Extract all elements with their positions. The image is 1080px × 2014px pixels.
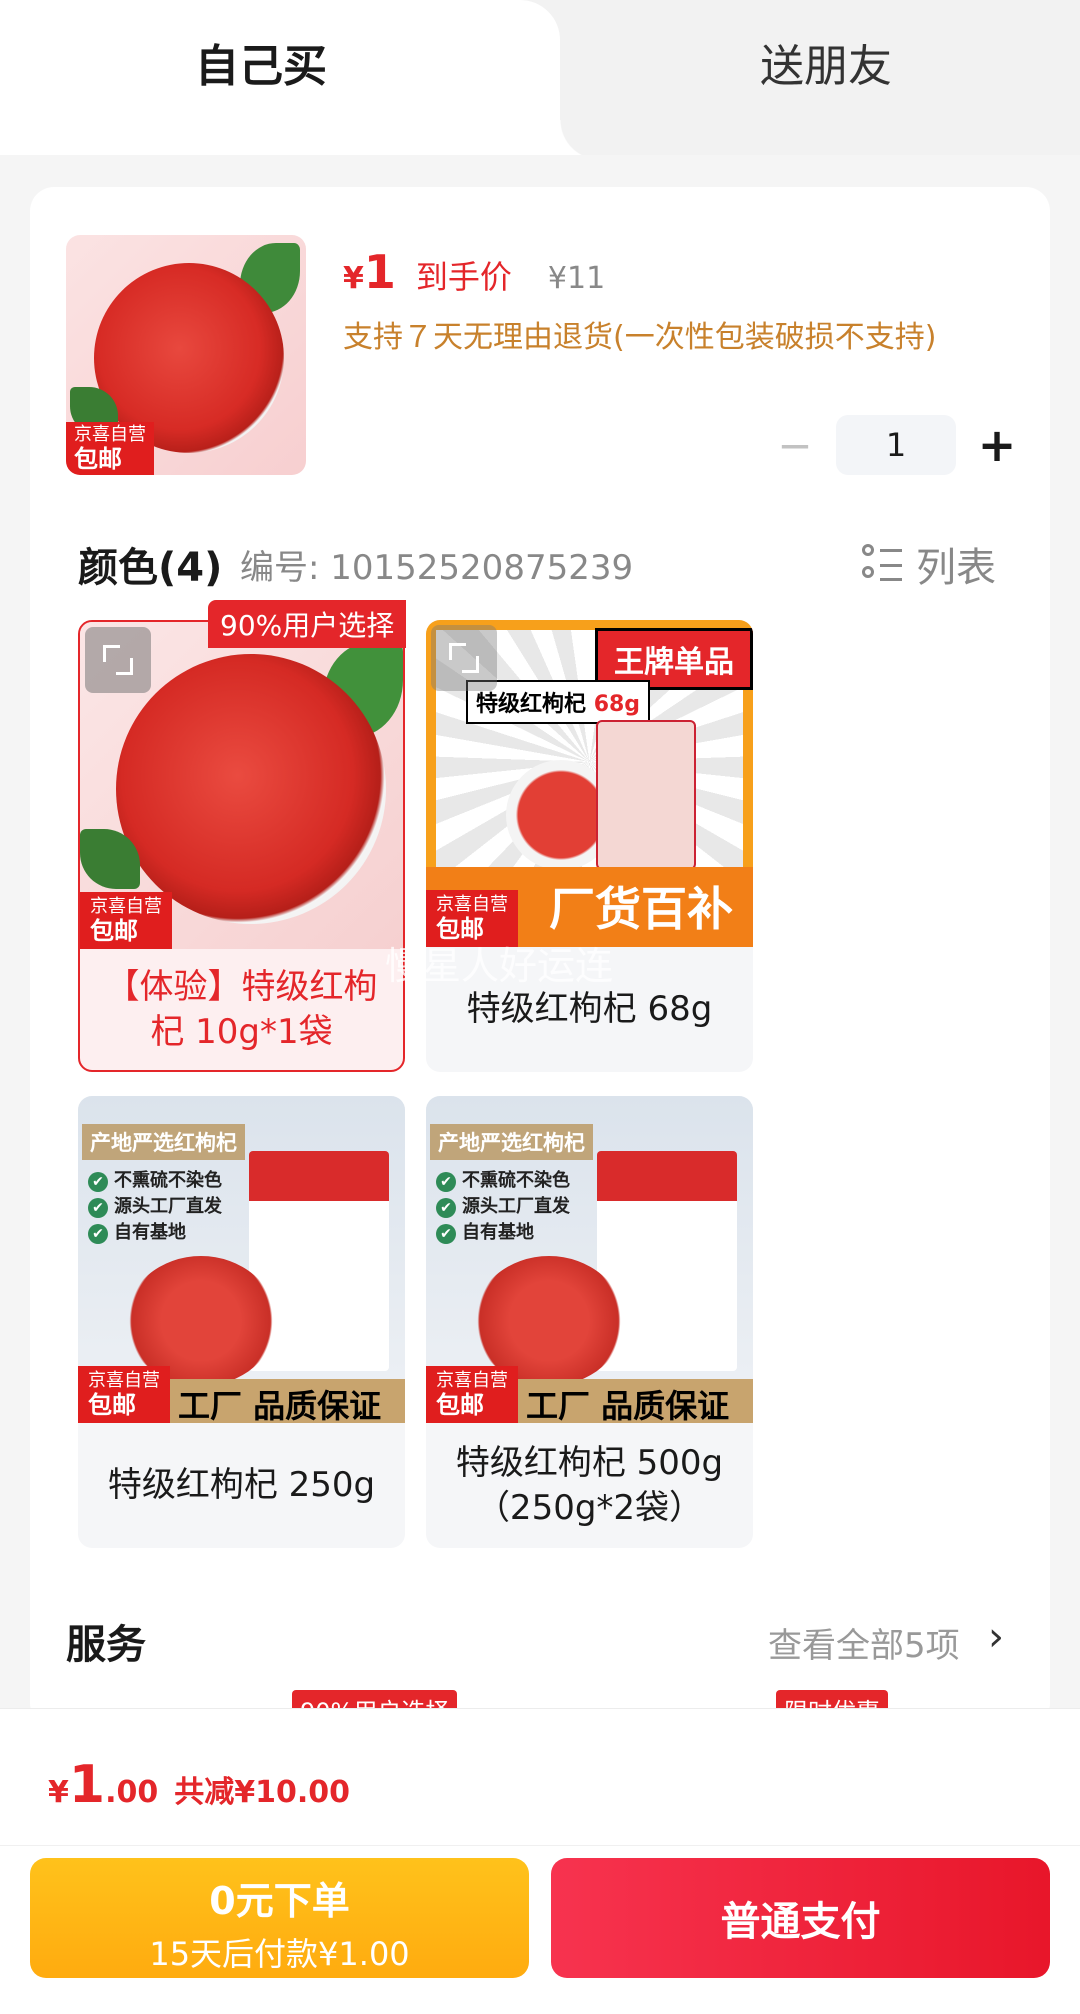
price-symbol: ¥ (343, 261, 364, 296)
promo-sub-prefix: 特级红枸杞 (476, 692, 587, 717)
return-policy-text: 支持７天无理由退货(一次性包装破损不支持) (343, 320, 937, 355)
expand-image-icon[interactable] (85, 627, 151, 693)
bag-feature: 自有基地 (436, 1218, 534, 1244)
zero-yuan-order-label: 0元下单 (209, 1879, 350, 1923)
quantity-stepper: − 1 + (770, 415, 1022, 475)
services-title: 服务 (66, 1622, 146, 1668)
promo-bottom-text: 厂货百补 (549, 882, 733, 936)
goji-bag-image (596, 720, 696, 870)
bag-image-header: 产地严选红枸杞 (430, 1124, 593, 1160)
badge-top-text: 京喜自营 (436, 1370, 508, 1391)
price-line: ¥ 1 到手价 ¥11 (343, 245, 605, 299)
tab-self-buy-label: 自己买 (195, 41, 327, 92)
sku-option-image: 王牌单品 特级红枸杞 68g 厂货百补 京喜自营 包邮 (426, 620, 753, 947)
sku-option-2[interactable]: 王牌单品 特级红枸杞 68g 厂货百补 京喜自营 包邮 特级红枸杞 68g (426, 620, 753, 1072)
increase-quantity-button[interactable]: + (972, 418, 1022, 472)
chevron-right-icon[interactable]: › (988, 1614, 1004, 1660)
sku-option-label: 特级红枸杞 500g（250g*2袋） (455, 1443, 724, 1528)
goji-bowl-image (116, 654, 386, 924)
total-savings: 共减¥10.00 (174, 1775, 350, 1810)
expand-image-icon[interactable] (431, 625, 497, 691)
bag-feature: 不熏硫不染色 (88, 1166, 222, 1192)
badge-top-text: 京喜自营 (88, 1370, 160, 1391)
tab-gift-friend[interactable]: 送朋友 (760, 30, 892, 94)
total-decimal: .00 (105, 1775, 159, 1810)
total-price: ¥ 1 .00 共减¥10.00 (48, 1755, 350, 1815)
bag-feature: 自有基地 (88, 1218, 186, 1244)
final-price-label: 到手价 (415, 258, 512, 296)
decrease-quantity-button[interactable]: − (770, 420, 820, 470)
sku-option-3[interactable]: 产地严选红枸杞 不熏硫不染色 源头工厂直发 自有基地 工厂 品质保证 京喜自营 … (78, 1096, 405, 1548)
tab-self-buy[interactable]: 自己买 (0, 0, 600, 160)
badge-top-text: 京喜自营 (74, 424, 146, 445)
sku-option-image: 产地严选红枸杞 不熏硫不染色 源头工厂直发 自有基地 工厂 品质保证 京喜自营 … (426, 1096, 753, 1423)
quantity-input[interactable]: 1 (836, 415, 956, 475)
bag-feature: 源头工厂直发 (88, 1192, 222, 1218)
normal-pay-button[interactable]: 普通支付 (551, 1858, 1050, 1978)
purchase-mode-tabs: 自己买 送朋友 (0, 0, 1080, 160)
self-operated-badge: 京喜自营 包邮 (80, 892, 172, 949)
total-integer: 1 (68, 1755, 106, 1815)
zero-yuan-order-button[interactable]: 0元下单 15天后付款¥1.00 (30, 1858, 529, 1978)
final-price: 1 (363, 245, 396, 299)
badge-free-shipping-text: 包邮 (436, 1391, 484, 1419)
sku-option-label: 特级红枸杞 250g (107, 1465, 376, 1506)
bag-feature: 源头工厂直发 (436, 1192, 570, 1218)
popular-choice-tag: 90%用户选择 (208, 600, 407, 648)
sku-option-label: 【体验】特级红枸杞 10g*1袋 (105, 967, 378, 1052)
promo-sub-weight: 68g (593, 692, 641, 717)
original-price: ¥11 (547, 261, 606, 296)
bag-bottom-text: 工厂 品质保证 (526, 1387, 730, 1423)
sku-option-image: 京喜自营 包邮 (80, 622, 403, 949)
badge-top-text: 京喜自营 (436, 894, 508, 915)
sku-option-4[interactable]: 产地严选红枸杞 不熏硫不染色 源头工厂直发 自有基地 工厂 品质保证 京喜自营 … (426, 1096, 753, 1548)
list-view-icon (862, 544, 902, 584)
total-symbol: ¥ (48, 1775, 69, 1810)
sku-option-1[interactable]: 京喜自营 包邮 【体验】特级红枸杞 10g*1袋 (78, 620, 405, 1072)
list-view-label: 列表 (916, 545, 996, 591)
bag-feature: 不熏硫不染色 (436, 1166, 570, 1192)
pay-later-label: 15天后付款¥1.00 (149, 1935, 410, 1973)
footer-divider (0, 1845, 1080, 1846)
bag-image-header: 产地严选红枸杞 (82, 1124, 245, 1160)
view-all-services-link[interactable]: 查看全部5项 (768, 1618, 960, 1667)
badge-free-shipping-text: 包邮 (88, 1391, 136, 1419)
badge-free-shipping-text: 包邮 (90, 917, 138, 945)
sku-code: 编号: 10152520875239 (240, 548, 634, 588)
self-operated-badge: 京喜自营 包邮 (426, 1366, 518, 1423)
list-view-toggle[interactable]: 列表 (862, 535, 996, 593)
badge-top-text: 京喜自营 (90, 896, 162, 917)
badge-free-shipping-text: 包邮 (74, 445, 122, 473)
sku-option-image: 产地严选红枸杞 不熏硫不染色 源头工厂直发 自有基地 工厂 品质保证 京喜自营 … (78, 1096, 405, 1423)
self-operated-badge: 京喜自营 包邮 (78, 1366, 170, 1423)
product-thumbnail[interactable]: 京喜自营 包邮 (66, 235, 306, 475)
bag-bottom-text: 工厂 品质保证 (178, 1387, 382, 1423)
self-operated-badge: 京喜自营 包邮 (66, 422, 154, 475)
watermark-text: 慢星人好运连 (385, 944, 614, 988)
color-section-title: 颜色(4) (78, 545, 223, 591)
